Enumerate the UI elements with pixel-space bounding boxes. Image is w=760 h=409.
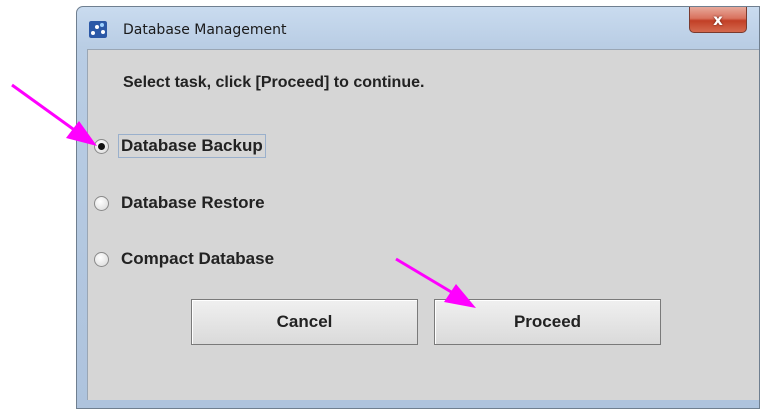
proceed-button[interactable]: Proceed	[434, 299, 661, 345]
radio-button[interactable]	[94, 195, 109, 211]
option-database-restore[interactable]: Database Restore	[94, 190, 268, 216]
close-button[interactable]: x	[689, 7, 747, 33]
cancel-button[interactable]: Cancel	[191, 299, 418, 345]
option-label: Database Restore	[121, 193, 265, 212]
option-label: Compact Database	[121, 249, 275, 268]
dialog-window: Database Management x Select task, click…	[76, 6, 760, 409]
option-compact-database[interactable]: Compact Database	[94, 246, 277, 272]
close-icon: x	[713, 10, 723, 29]
radio-button-selected[interactable]	[94, 138, 109, 154]
option-label: Database Backup	[118, 134, 266, 158]
dialog-content: Select task, click [Proceed] to continue…	[87, 49, 759, 400]
option-database-backup[interactable]: Database Backup	[94, 133, 266, 159]
database-app-icon	[89, 21, 107, 38]
radio-button[interactable]	[94, 251, 109, 267]
window-title: Database Management	[123, 22, 287, 38]
title-bar[interactable]: Database Management x	[77, 7, 759, 49]
instruction-text: Select task, click [Proceed] to continue…	[123, 74, 425, 91]
